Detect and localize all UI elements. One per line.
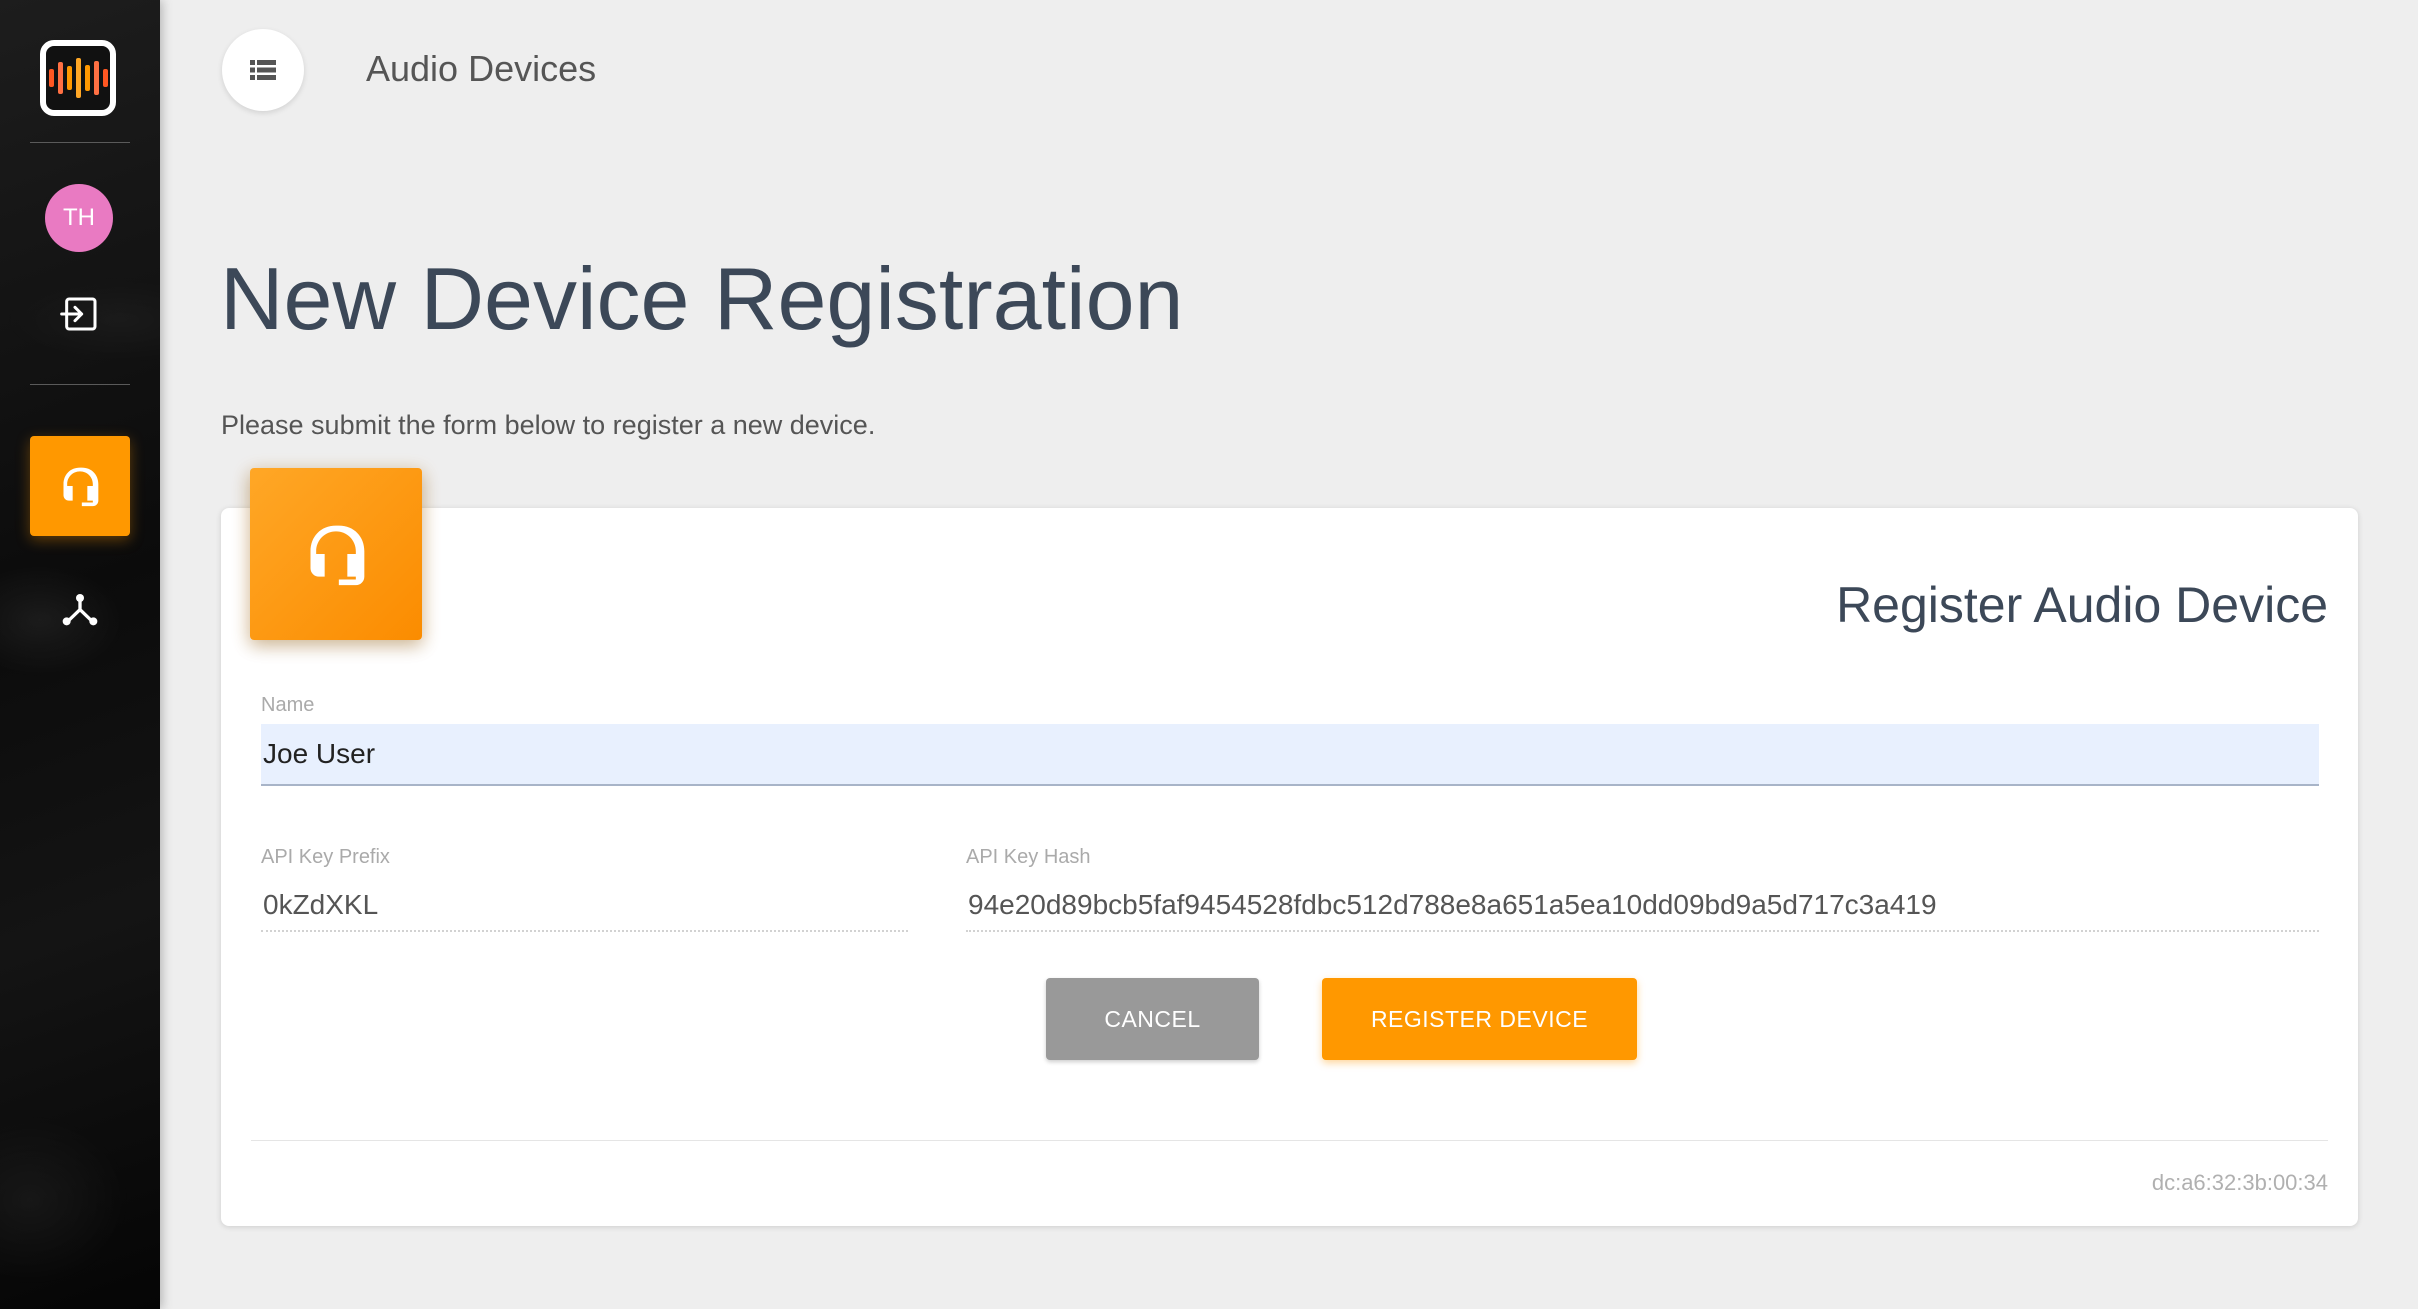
cancel-button[interactable]: CANCEL (1046, 978, 1259, 1060)
logo-bar (84, 65, 90, 91)
card-header-icon (250, 468, 422, 640)
headset-mic-icon (310, 525, 365, 586)
menu-toggle-button[interactable] (222, 29, 304, 111)
sidebar-divider (30, 384, 130, 385)
page-subtitle: Please submit the form below to register… (221, 410, 876, 440)
register-device-card: Register Audio Device Name API Key Prefi… (221, 508, 2358, 1226)
logo-bar (48, 69, 54, 87)
logo-bar (57, 62, 63, 94)
logo-bar (66, 66, 72, 90)
api-key-prefix-label: API Key Prefix (261, 846, 390, 868)
card-title: Register Audio Device (1836, 577, 2328, 633)
page-title: New Device Registration (220, 249, 1184, 348)
card-footer-divider (251, 1140, 2328, 1141)
network-hub-icon (62, 594, 98, 626)
logo-bar (93, 61, 99, 95)
sidebar-item-audio-devices[interactable] (30, 436, 130, 536)
sidebar: TH (0, 0, 160, 1309)
register-device-button[interactable]: REGISTER DEVICE (1322, 978, 1637, 1060)
api-key-hash-field[interactable] (966, 880, 2319, 932)
device-mac-address: dc:a6:32:3b:00:34 (2151, 1170, 2328, 1195)
user-avatar[interactable]: TH (45, 184, 113, 252)
sidebar-item-network[interactable] (56, 584, 104, 632)
sidebar-divider (30, 142, 130, 143)
logout-icon (60, 297, 97, 331)
app-logo[interactable] (40, 40, 116, 116)
logo-bar (75, 58, 81, 98)
user-initials: TH (63, 204, 95, 231)
api-key-prefix-field[interactable] (261, 880, 908, 932)
api-key-hash-label: API Key Hash (966, 846, 1091, 868)
logout-button[interactable] (56, 290, 104, 338)
name-field[interactable] (261, 724, 2319, 786)
logo-bar (102, 69, 108, 87)
view-list-icon (250, 60, 276, 80)
name-label: Name (261, 694, 315, 716)
header-title: Audio Devices (366, 48, 597, 89)
headset-icon (63, 467, 99, 507)
